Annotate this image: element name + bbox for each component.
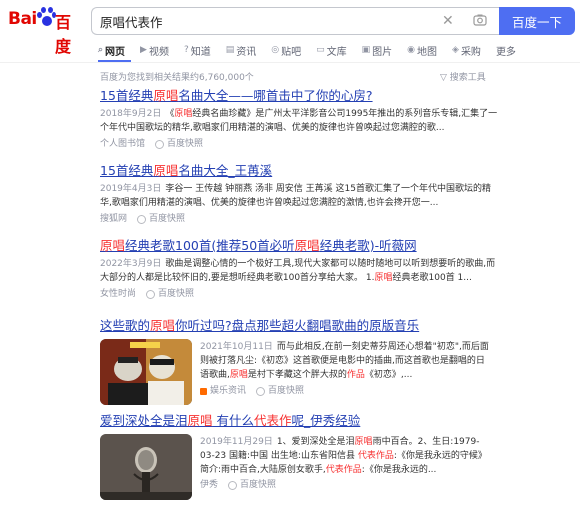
result-date: 2019年11月29日	[200, 437, 273, 447]
search-input[interactable]	[100, 12, 420, 31]
album-cover-image	[100, 339, 192, 405]
search-tools-button[interactable]: ▽ 搜索工具	[440, 70, 486, 83]
result-snippet: 2019年11月29日 1、爱到深处全是泪原唱雨中百合。2、生日:1979-03-…	[200, 437, 487, 475]
result-count: 百度为您找到相关结果约6,760,000个	[100, 73, 254, 83]
snapshot-icon	[155, 139, 165, 149]
tab-map[interactable]: ◉ 地图	[407, 42, 437, 58]
tab-label: 更多	[495, 46, 516, 58]
tieba-icon: ◎	[271, 45, 280, 55]
baidu-logo[interactable]: Bai 百度	[8, 7, 86, 56]
tab-label: 网页	[105, 46, 126, 58]
result-source: 女性时尚 百度快照	[100, 288, 500, 300]
search-result: 爱到深处全是泪原唱 有什么代表作呢_伊秀经验 2019年11月29日 1、爱到深处…	[100, 413, 540, 500]
map-pin-icon: ◉	[407, 45, 416, 55]
video-icon: ▶	[140, 45, 147, 55]
result-snippet: 2021年10月11日 而与此相反,在前一刻史蒂芬周还心想着"初恋",而后面则被打…	[200, 342, 489, 380]
result-thumbnail[interactable]	[100, 339, 192, 405]
tab-more[interactable]: 更多	[496, 42, 516, 58]
paw-icon	[37, 7, 56, 29]
snapshot-icon	[256, 386, 266, 396]
search-tabs: ⌕ 网页 ▶ 视频 ? 知道 ▤ 资讯 ◎ 贴吧 ▭ 文库 ▣ 图片 ◉ 地图 ◈ 采购 更多	[98, 42, 531, 58]
tab-zhidao[interactable]: ? 知道	[184, 42, 211, 58]
tab-wenku[interactable]: ▭ 文库	[316, 42, 347, 58]
result-title-link[interactable]: 15首经典原唱名曲大全_王苒溪	[100, 163, 500, 179]
result-thumbnail[interactable]	[100, 434, 192, 500]
result-title-link[interactable]: 原唱经典老歌100首(推荐50首必听原唱经典老歌)-听薇网	[100, 238, 500, 254]
purchase-icon: ◈	[452, 45, 459, 55]
snapshot-link[interactable]: 百度快照	[167, 138, 203, 150]
search-result: 15首经典原唱名曲大全——哪首击中了你的心房? 2018年9月2日 《原唱经典名曲…	[100, 88, 500, 150]
search-result: 原唱经典老歌100首(推荐50首必听原唱经典老歌)-听薇网 2022年3月9日歌…	[100, 238, 500, 300]
image-icon: ▣	[361, 45, 371, 55]
result-snippet: 2019年4月3日 李谷一 王传越 钟丽燕 汤非 周安信 王苒溪 这15首歌汇集了…	[100, 184, 491, 208]
source-name[interactable]: 娱乐资讯	[210, 385, 246, 397]
result-date: 2021年10月11日	[200, 342, 273, 352]
logo-text-baidu: 百度	[55, 13, 72, 56]
tab-news[interactable]: ▤ 资讯	[226, 42, 257, 58]
snapshot-link[interactable]: 百度快照	[240, 479, 276, 491]
tab-purchase[interactable]: ◈ 采购	[452, 42, 481, 58]
tab-video[interactable]: ▶ 视频	[140, 42, 169, 58]
logo-text-bai: Bai	[8, 9, 37, 29]
search-result: 这些歌的原唱你听过吗?盘点那些超火翻唱歌曲的原版音乐 2021年10月11日 而与…	[100, 318, 540, 405]
result-source: 个人图书馆 百度快照	[100, 138, 500, 150]
tab-label: 图片	[372, 46, 393, 58]
result-text-column: 2021年10月11日 而与此相反,在前一刻史蒂芬周还心想着"初恋",而后面则被打…	[200, 338, 492, 397]
tab-label: 贴吧	[281, 46, 302, 58]
source-logo-icon	[200, 387, 207, 395]
search-icon: ⌕	[98, 45, 104, 55]
result-source: 搜狐网 百度快照	[100, 213, 500, 225]
result-source: 娱乐资讯 百度快照	[200, 385, 492, 397]
filter-icon: ▽	[440, 73, 450, 83]
divider	[0, 62, 580, 63]
source-name[interactable]: 伊秀	[200, 479, 218, 491]
tab-tieba[interactable]: ◎ 贴吧	[271, 42, 301, 58]
tab-web[interactable]: ⌕ 网页	[98, 42, 125, 58]
source-name[interactable]: 女性时尚	[100, 288, 136, 300]
source-name[interactable]: 个人图书馆	[100, 138, 145, 150]
result-date: 2019年4月3日	[100, 184, 162, 194]
snapshot-link[interactable]: 百度快照	[268, 385, 304, 397]
result-snippet: 2018年9月2日 《原唱经典名曲珍藏》是广州太平洋影音公司1995年推出的系列音…	[100, 109, 498, 133]
tab-images[interactable]: ▣ 图片	[362, 42, 393, 58]
tab-label: 采购	[460, 46, 481, 58]
news-icon: ▤	[225, 45, 235, 55]
snapshot-link[interactable]: 百度快照	[158, 288, 194, 300]
result-date: 2022年3月9日	[100, 259, 162, 269]
result-title-link[interactable]: 这些歌的原唱你听过吗?盘点那些超火翻唱歌曲的原版音乐	[100, 318, 540, 334]
result-text-column: 2019年11月29日 1、爱到深处全是泪原唱雨中百合。2、生日:1979-03-…	[200, 433, 492, 491]
tab-label: 资讯	[236, 46, 257, 58]
tab-label: 地图	[417, 46, 438, 58]
clear-icon[interactable]: ✕	[442, 13, 454, 29]
result-source: 伊秀 百度快照	[200, 479, 492, 491]
search-button[interactable]: 百度一下	[499, 7, 575, 35]
camera-icon[interactable]	[473, 13, 487, 27]
result-title-link[interactable]: 15首经典原唱名曲大全——哪首击中了你的心房?	[100, 88, 500, 104]
source-name[interactable]: 搜狐网	[100, 213, 127, 225]
question-icon: ?	[183, 45, 189, 55]
search-box: ✕	[91, 7, 499, 35]
snapshot-icon	[146, 289, 156, 299]
snapshot-icon	[137, 214, 147, 224]
tab-label: 视频	[148, 46, 169, 58]
search-tools-label: 搜索工具	[449, 73, 486, 83]
document-icon: ▭	[316, 45, 325, 55]
search-result: 15首经典原唱名曲大全_王苒溪 2019年4月3日 李谷一 王传越 钟丽燕 汤非 …	[100, 163, 500, 225]
snapshot-icon	[228, 480, 238, 490]
microphone-image	[100, 434, 192, 500]
snapshot-link[interactable]: 百度快照	[149, 213, 185, 225]
result-title-link[interactable]: 爱到深处全是泪原唱 有什么代表作呢_伊秀经验	[100, 413, 540, 429]
tab-label: 知道	[190, 46, 211, 58]
tab-label: 文库	[326, 46, 347, 58]
result-date: 2018年9月2日	[100, 109, 162, 119]
result-snippet: 2022年3月9日 歌曲是调整心情的一个极好工具,现代大家都可以随时随地可以听到想…	[100, 259, 496, 283]
